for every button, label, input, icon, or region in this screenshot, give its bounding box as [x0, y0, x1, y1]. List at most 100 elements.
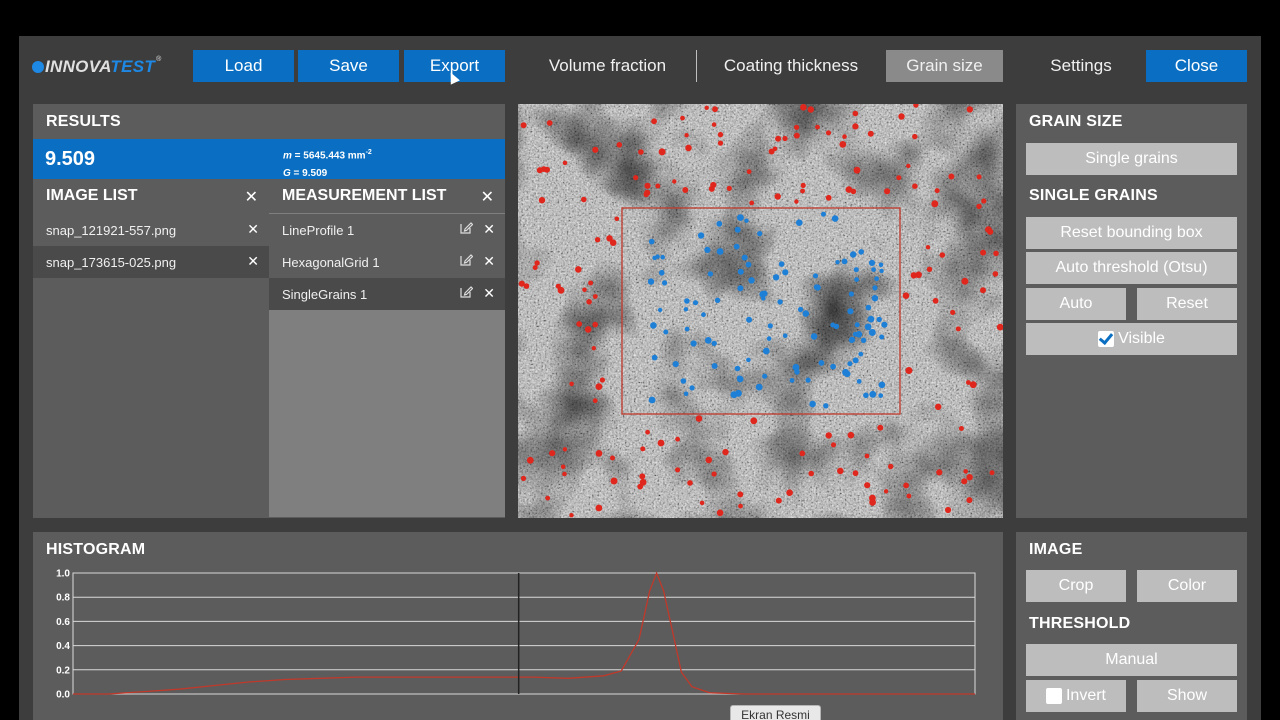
grain-marker	[683, 307, 689, 312]
grain-marker	[976, 203, 982, 210]
grain-marker	[755, 383, 763, 391]
grain-marker	[814, 284, 821, 291]
color-button[interactable]: Color	[1137, 570, 1237, 602]
edit-icon[interactable]	[460, 285, 473, 298]
grain-marker	[749, 200, 755, 206]
auto-threshold-otsu-button[interactable]: Auto threshold (Otsu)	[1026, 252, 1237, 284]
grain-marker	[640, 446, 646, 452]
image-list-item[interactable]: snap_121921-557.png ✕	[33, 214, 269, 246]
grain-marker	[592, 398, 598, 404]
grain-marker	[683, 391, 689, 397]
grain-marker	[711, 471, 717, 477]
measurement-list-clear-icon[interactable]: ✕	[481, 187, 494, 207]
grain-marker	[766, 336, 772, 341]
y-tick-label: 0.6	[56, 617, 70, 628]
grain-marker	[945, 506, 952, 514]
grain-marker	[868, 329, 876, 336]
grain-marker	[841, 258, 848, 265]
tab-volume-fraction[interactable]: Volume fraction	[537, 50, 678, 82]
grain-marker	[657, 439, 665, 447]
measurement-list-title-text: MEASUREMENT LIST	[282, 187, 447, 204]
tab-settings[interactable]: Settings	[1032, 50, 1130, 82]
edit-icon[interactable]	[460, 253, 473, 266]
grain-marker	[644, 182, 651, 189]
histogram-chart[interactable]: 1.0 0.8 0.6 0.4 0.2 0.0	[33, 532, 1003, 720]
image-list-item[interactable]: snap_173615-025.png ✕	[33, 246, 269, 278]
load-button[interactable]: Load	[193, 50, 294, 82]
grain-marker	[675, 436, 680, 442]
grain-marker	[746, 169, 752, 175]
measurement-list-item[interactable]: HexagonalGrid 1 ✕	[269, 246, 505, 278]
grain-marker	[864, 482, 871, 489]
grain-marker	[555, 283, 561, 289]
grain-marker	[985, 226, 992, 233]
m-exponent: -2	[365, 149, 372, 156]
grain-marker	[871, 267, 876, 272]
grain-marker	[707, 271, 714, 277]
grain-marker	[872, 285, 878, 291]
grain-marker	[833, 323, 840, 330]
image-list-item-label: snap_173615-025.png	[46, 254, 177, 270]
visible-checkbox-icon[interactable]	[1098, 331, 1115, 347]
micrograph-image[interactable]	[518, 104, 1003, 518]
grain-marker	[936, 469, 943, 476]
single-grains-button[interactable]: Single grains	[1026, 143, 1237, 175]
remove-icon[interactable]: ✕	[483, 221, 495, 238]
measurement-list-item[interactable]: LineProfile 1 ✕	[269, 214, 505, 246]
grain-marker	[874, 276, 879, 282]
grain-marker	[672, 179, 677, 184]
grain-marker	[647, 278, 655, 285]
grain-marker	[712, 106, 718, 113]
crop-button[interactable]: Crop	[1026, 570, 1126, 602]
grain-marker	[802, 310, 810, 317]
grain-marker	[966, 474, 973, 481]
manual-button[interactable]: Manual	[1026, 644, 1237, 676]
grain-marker	[989, 470, 995, 476]
save-button[interactable]: Save	[298, 50, 399, 82]
grain-marker	[782, 269, 789, 276]
grain-marker	[902, 292, 910, 299]
measurement-list-item[interactable]: SingleGrains 1 ✕	[269, 278, 505, 310]
reset-bounding-box-button[interactable]: Reset bounding box	[1026, 217, 1237, 249]
grain-marker	[737, 491, 744, 498]
tab-grain-size[interactable]: Grain size	[886, 50, 1003, 82]
invert-checkbox-icon[interactable]	[1045, 688, 1062, 704]
grain-marker	[684, 133, 689, 138]
y-tick-label: 0.0	[56, 690, 70, 701]
grain-marker	[748, 277, 755, 284]
grain-marker	[847, 431, 855, 439]
reset-button[interactable]: Reset	[1137, 288, 1237, 320]
grain-marker	[976, 174, 982, 180]
grain-marker	[980, 249, 987, 256]
grain-marker	[684, 298, 690, 304]
close-button[interactable]: Close	[1146, 50, 1247, 82]
image-list-clear-icon[interactable]: ✕	[245, 187, 258, 207]
visible-toggle[interactable]: Visible	[1026, 323, 1237, 355]
grain-marker	[906, 493, 912, 499]
remove-icon[interactable]: ✕	[483, 285, 495, 302]
grain-marker	[701, 312, 706, 318]
invert-toggle[interactable]: Invert	[1026, 680, 1126, 712]
grain-marker	[888, 463, 894, 470]
micrograph-canvas[interactable]	[518, 104, 1003, 518]
grain-marker	[879, 268, 884, 274]
auto-button[interactable]: Auto	[1026, 288, 1126, 320]
grain-marker	[722, 448, 729, 456]
single-grains-title: SINGLE GRAINS	[1029, 187, 1158, 204]
image-title: IMAGE	[1029, 541, 1083, 558]
grain-marker	[835, 260, 840, 265]
grain-marker	[734, 226, 741, 233]
y-tick-label: 0.2	[56, 665, 70, 676]
grain-marker	[847, 361, 853, 367]
y-tick-label: 0.4	[56, 641, 70, 652]
grain-marker	[545, 495, 551, 501]
grain-marker	[867, 130, 874, 137]
remove-icon[interactable]: ✕	[247, 253, 259, 270]
grain-marker	[931, 200, 939, 208]
remove-icon[interactable]: ✕	[483, 253, 495, 270]
show-button[interactable]: Show	[1137, 680, 1237, 712]
tab-coating-thickness[interactable]: Coating thickness	[716, 50, 866, 82]
edit-icon[interactable]	[460, 221, 473, 234]
remove-icon[interactable]: ✕	[247, 221, 259, 238]
visible-label: Visible	[1118, 330, 1165, 347]
